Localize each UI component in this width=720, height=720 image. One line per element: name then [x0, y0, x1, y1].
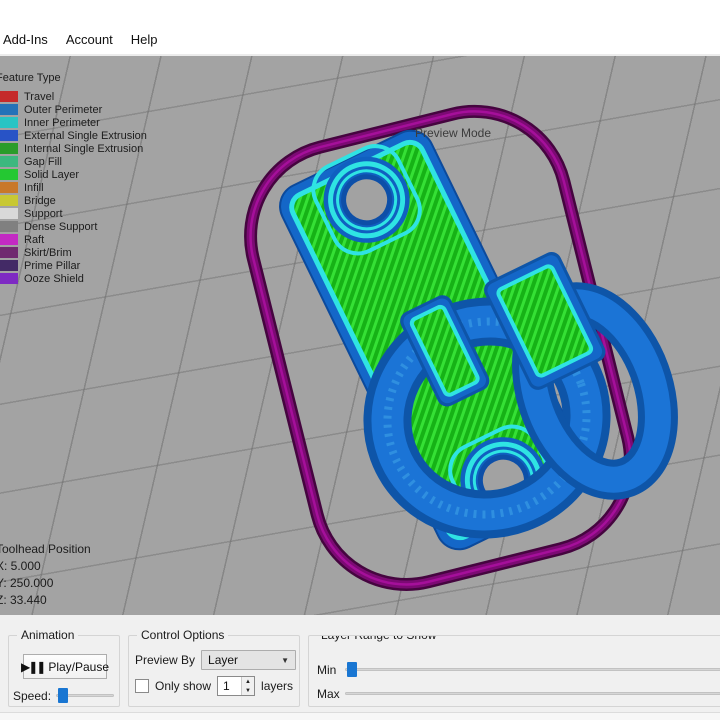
legend-item: Inner Perimeter — [0, 116, 147, 129]
legend-item-label: Internal Single Extrusion — [24, 142, 144, 155]
play-pause-label: Play/Pause — [48, 659, 110, 674]
layer-range-group-title: Layer Range to Show — [317, 636, 441, 642]
chevron-down-icon: ▼ — [281, 655, 290, 665]
max-slider-track[interactable] — [345, 692, 720, 695]
legend-color-swatch — [0, 156, 18, 167]
menu-account[interactable]: Account — [57, 28, 122, 53]
layers-label: layers — [261, 679, 294, 693]
speed-slider-handle[interactable] — [58, 688, 69, 703]
menu-bar: Add-Ins Account Help — [0, 27, 720, 56]
legend-item: External Single Extrusion — [0, 129, 147, 142]
min-layer-slider[interactable] — [345, 662, 720, 677]
legend-item: Prime Pillar — [0, 259, 147, 272]
legend-title: Feature Type — [0, 72, 61, 84]
preview-by-value: Layer — [208, 653, 239, 667]
toolhead-y: Y: 250.000 — [0, 576, 54, 590]
legend-color-swatch — [0, 104, 18, 115]
legend-color-swatch — [0, 234, 18, 245]
legend-color-swatch — [0, 195, 18, 206]
legend-item-label: Dense Support — [24, 220, 98, 233]
legend-item-label: Ooze Shield — [24, 272, 84, 285]
legend-item-label: Travel — [24, 90, 55, 103]
toolhead-position-readout: Toolhead Position X: 5.000 Y: 250.000 Z:… — [0, 541, 91, 609]
animation-group-title: Animation — [17, 628, 79, 642]
preview-controls-panel: Animation ▶❚❚ Play/Pause Speed: Control … — [0, 615, 720, 712]
min-slider-track[interactable] — [345, 668, 720, 671]
legend-color-swatch — [0, 117, 18, 128]
play-pause-button[interactable]: ▶❚❚ Play/Pause — [20, 654, 110, 679]
spin-down-icon[interactable]: ▼ — [242, 686, 255, 695]
legend-color-swatch — [0, 169, 18, 180]
legend-item-label: Prime Pillar — [24, 259, 81, 272]
feature-type-legend: Feature Type Travel Outer Perimeter Inner … — [0, 72, 147, 285]
min-slider-handle[interactable] — [347, 662, 357, 677]
legend-item: Dense Support — [0, 220, 147, 233]
control-options-group: Control Options Preview By Layer ▼ Only … — [128, 628, 300, 707]
legend-item: Raft — [0, 233, 147, 246]
toolhead-x: X: 5.000 — [0, 559, 41, 573]
min-label: Min — [317, 662, 337, 677]
preview-by-dropdown[interactable]: Layer ▼ — [201, 650, 297, 670]
legend-item: Internal Single Extrusion — [0, 142, 147, 155]
menu-add-ins[interactable]: Add-Ins — [0, 28, 57, 53]
menu-help[interactable]: Help — [122, 28, 167, 53]
legend-item-label: Skirt/Brim — [24, 246, 72, 259]
legend-list: Travel Outer Perimeter Inner Perimeter Exte… — [0, 90, 147, 285]
legend-item: Travel — [0, 90, 147, 103]
legend-item: Infill — [0, 181, 147, 194]
legend-color-swatch — [0, 273, 18, 284]
legend-color-swatch — [0, 208, 18, 219]
legend-item: Support — [0, 207, 147, 220]
max-layer-slider[interactable] — [345, 686, 720, 701]
play-pause-icon: ▶❚❚ — [20, 659, 46, 674]
only-show-label: Only show — [155, 679, 212, 693]
legend-item: Outer Perimeter — [0, 103, 147, 116]
legend-item-label: Solid Layer — [24, 168, 80, 181]
legend-color-swatch — [0, 247, 18, 258]
legend-color-swatch — [0, 91, 18, 102]
spin-up-icon[interactable]: ▲ — [242, 677, 255, 686]
legend-item-label: Outer Perimeter — [24, 103, 103, 116]
status-bar — [0, 712, 720, 720]
legend-item: Solid Layer — [0, 168, 147, 181]
legend-item-label: Gap Fill — [24, 155, 62, 168]
preview-3d-viewport[interactable]: Preview Mode Feature Type Travel Outer Pe… — [0, 56, 720, 615]
legend-color-swatch — [0, 143, 18, 154]
legend-color-swatch — [0, 130, 18, 141]
legend-item: Gap Fill — [0, 155, 147, 168]
legend-item-label: Infill — [24, 181, 44, 194]
layers-spinbox-value[interactable]: 1 — [218, 677, 241, 695]
legend-item-label: Support — [24, 207, 63, 220]
window-titlebar — [0, 0, 720, 27]
legend-item-label: Bridge — [24, 194, 56, 207]
legend-color-swatch — [0, 260, 18, 271]
layer-range-group: Layer Range to Show Min Max — [308, 635, 720, 707]
speed-slider[interactable] — [56, 688, 115, 703]
toolhead-title: Toolhead Position — [0, 542, 91, 556]
control-options-group-title: Control Options — [137, 628, 229, 642]
animation-group: Animation ▶❚❚ Play/Pause Speed: — [8, 628, 120, 707]
preview-mode-label: Preview Mode — [414, 126, 492, 140]
preview-by-label: Preview By — [135, 653, 196, 667]
legend-color-swatch — [0, 221, 18, 232]
legend-item: Bridge — [0, 194, 147, 207]
legend-item-label: Raft — [24, 233, 45, 246]
toolhead-z: Z: 33.440 — [0, 593, 47, 607]
legend-item: Ooze Shield — [0, 272, 147, 285]
speed-label: Speed: — [13, 688, 52, 703]
legend-item: Skirt/Brim — [0, 246, 147, 259]
legend-item-label: Inner Perimeter — [24, 116, 100, 129]
legend-color-swatch — [0, 182, 18, 193]
layers-spinbox[interactable]: 1 ▲ ▼ — [217, 676, 256, 696]
legend-item-label: External Single Extrusion — [24, 129, 147, 142]
max-label: Max — [317, 686, 340, 701]
only-show-checkbox[interactable] — [135, 679, 149, 693]
